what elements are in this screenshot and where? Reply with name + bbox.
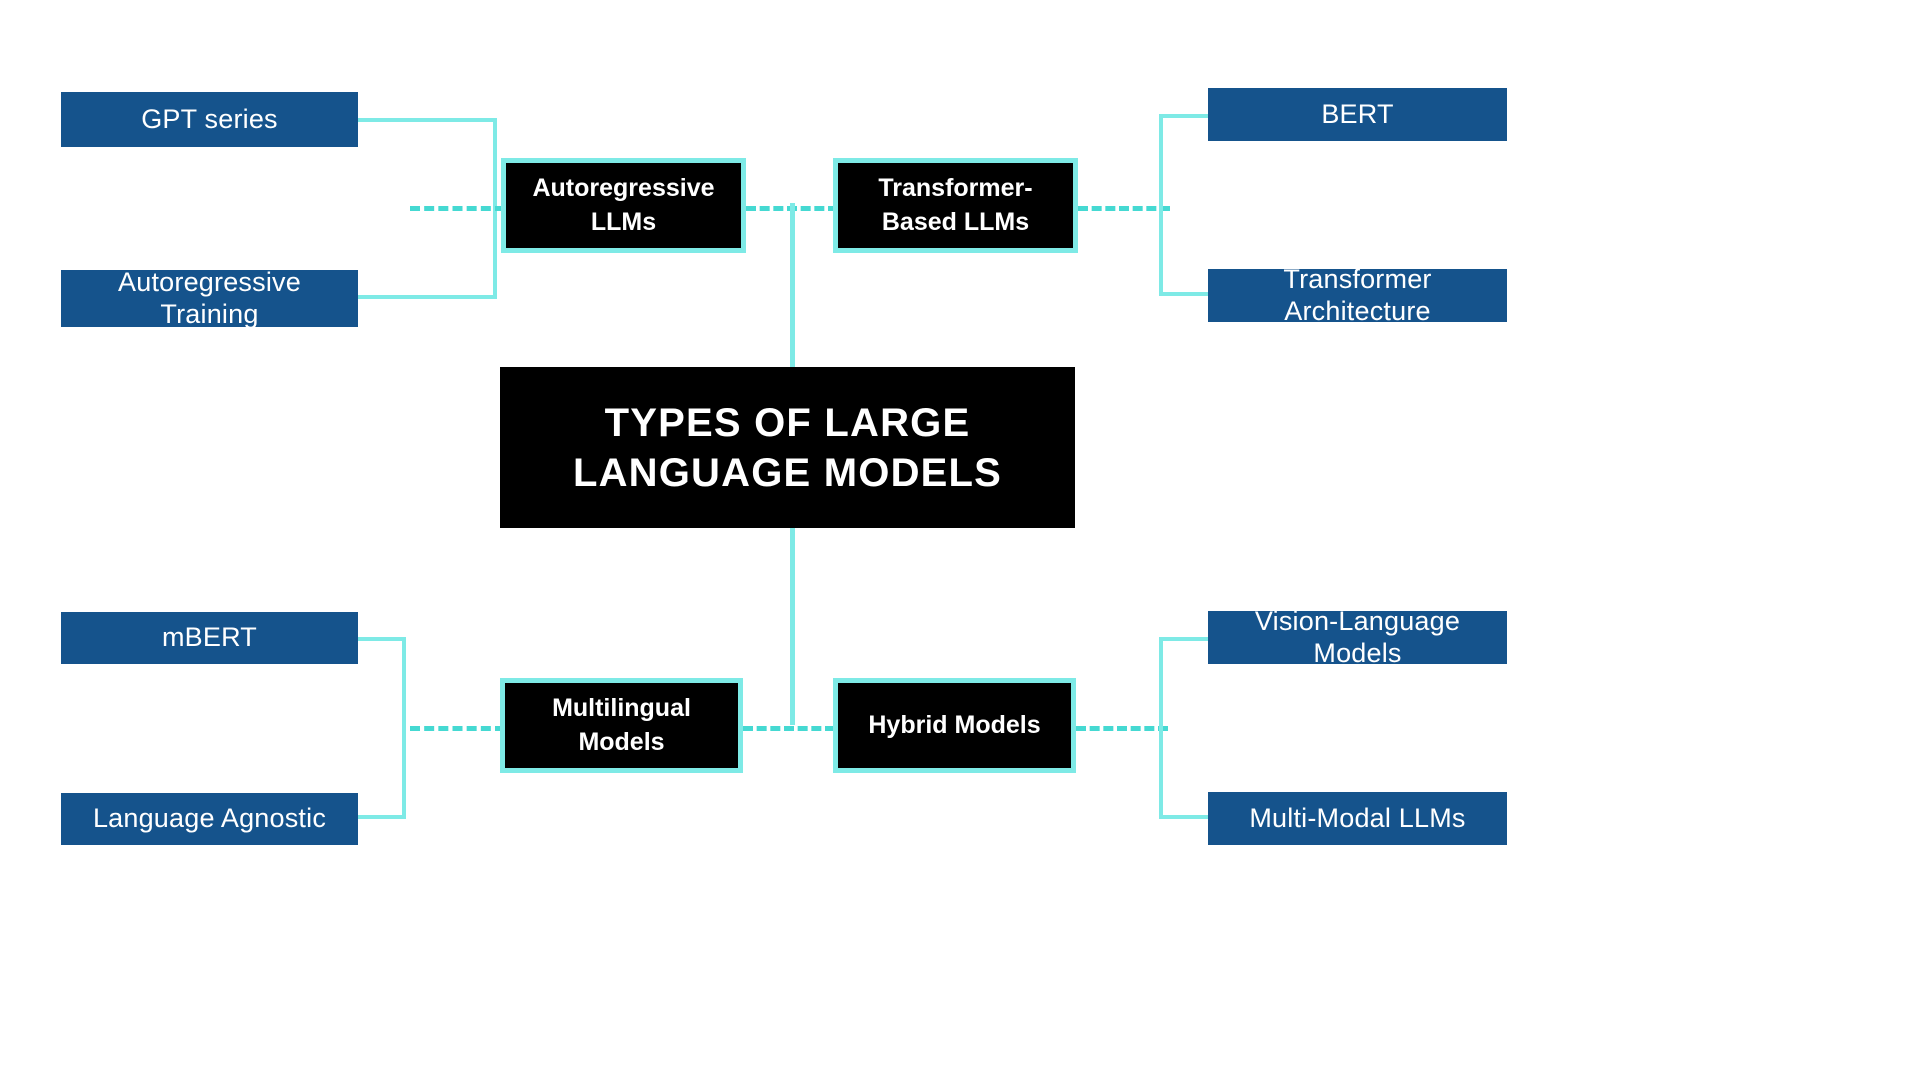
leaf-label: BERT — [1321, 98, 1394, 129]
category-box-multilingual-models[interactable]: Multilingual Models — [500, 678, 743, 773]
leaf-label: Multi-Modal LLMs — [1249, 802, 1466, 833]
leaf-box-autoregressive-training[interactable]: Autoregressive Training — [61, 267, 358, 329]
dashed-connector-multilingual-to-center — [743, 726, 835, 731]
bracket-connector-transformer-based — [1159, 114, 1209, 296]
leaf-box-bert[interactable]: BERT — [1208, 88, 1507, 141]
dashed-connector-multilingual — [410, 726, 505, 731]
dashed-connector-transformer-based — [1078, 206, 1170, 211]
leaf-label: GPT series — [141, 103, 278, 134]
leaf-box-transformer-architecture[interactable]: Transformer Architecture — [1208, 264, 1507, 326]
category-box-transformer-based-llms[interactable]: Transformer-Based LLMs — [833, 158, 1078, 253]
leaf-label: Language Agnostic — [92, 803, 327, 834]
bracket-connector-multilingual — [358, 637, 406, 819]
leaf-label: Autoregressive Training — [118, 267, 301, 329]
bracket-connector-hybrid — [1159, 637, 1209, 819]
diagram-canvas: GPT series Autoregressive Training Autor… — [0, 0, 1920, 1080]
leaf-box-vision-language-models[interactable]: Vision-Language Models — [1208, 606, 1507, 668]
category-label: Multilingual Models — [552, 693, 691, 756]
center-stem-bottom — [790, 528, 795, 725]
leaf-label: mBERT — [161, 622, 257, 653]
center-title-box[interactable]: TYPES OF LARGE LANGUAGE MODELS — [500, 367, 1075, 528]
dashed-connector-hybrid — [1076, 726, 1168, 731]
category-box-hybrid-models[interactable]: Hybrid Models — [833, 678, 1076, 773]
category-label: Transformer-Based LLMs — [878, 173, 1033, 236]
category-box-autoregressive-llms[interactable]: Autoregressive LLMs — [501, 158, 746, 253]
leaf-label: Transformer Architecture — [1283, 264, 1432, 326]
leaf-box-mbert[interactable]: mBERT — [61, 612, 358, 664]
center-stem-top — [790, 203, 795, 368]
dashed-connector-autoregressive — [410, 206, 505, 211]
leaf-box-gpt-series[interactable]: GPT series — [61, 92, 358, 147]
leaf-label: Vision-Language Models — [1254, 606, 1461, 668]
category-label: Hybrid Models — [868, 710, 1041, 739]
leaf-box-language-agnostic[interactable]: Language Agnostic — [61, 793, 358, 845]
diagram-title: TYPES OF LARGE LANGUAGE MODELS — [572, 400, 1003, 495]
category-label: Autoregressive LLMs — [532, 173, 715, 236]
leaf-box-multi-modal-llms[interactable]: Multi-Modal LLMs — [1208, 792, 1507, 845]
